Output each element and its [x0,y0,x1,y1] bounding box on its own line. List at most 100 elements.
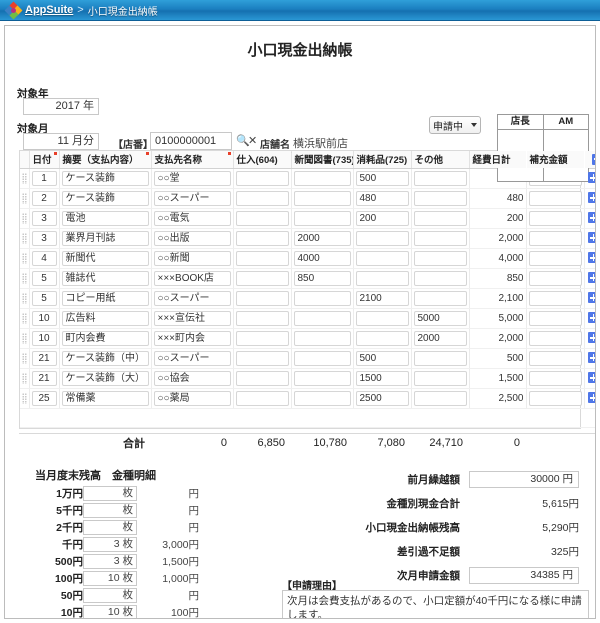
cell-consumables[interactable] [353,268,412,289]
denomination-count-cell[interactable]: 10 枚 [83,604,137,618]
cell-other[interactable] [411,388,470,409]
drag-handle-icon[interactable] [20,188,30,209]
drag-handle-icon[interactable] [20,168,30,189]
cell-description[interactable]: ケース装飾 [59,188,152,209]
cell-description[interactable]: 町内会費 [59,328,152,349]
drag-handle-icon[interactable] [20,248,30,269]
cell-consumables[interactable] [353,248,412,269]
cell-description[interactable]: 常備薬 [59,388,152,409]
cell-other[interactable] [411,348,470,369]
cell-consumables[interactable]: 480 [353,188,412,209]
denomination-count-cell[interactable]: 枚 [83,485,137,502]
cell-purchase[interactable] [233,208,292,229]
cell-newspaper-books[interactable] [291,208,354,229]
cell-newspaper-books[interactable] [291,168,354,189]
cell-date[interactable]: 4 [29,248,60,269]
denomination-count-cell[interactable]: 3 枚 [83,536,137,553]
cell-other[interactable] [411,268,470,289]
cell-other[interactable] [411,368,470,389]
cell-newspaper-books[interactable]: 4000 [291,248,354,269]
cell-other[interactable] [411,248,470,269]
cell-newspaper-books[interactable]: 2000 [291,228,354,249]
cell-date[interactable]: 10 [29,328,60,349]
cell-replenishment[interactable] [526,268,585,289]
cell-other[interactable] [411,168,470,189]
cell-replenishment[interactable] [526,288,585,309]
cell-date[interactable]: 21 [29,348,60,369]
status-select[interactable]: 申請中 [429,116,481,134]
clear-x-icon[interactable]: ✕ [248,134,257,147]
denomination-count-cell[interactable]: 枚 [83,502,137,519]
cell-newspaper-books[interactable] [291,368,354,389]
cell-purchase[interactable] [233,248,292,269]
cell-replenishment[interactable] [526,308,585,329]
add-icon[interactable] [587,232,595,244]
cell-purchase[interactable] [233,168,292,189]
add-icon[interactable] [587,312,595,324]
cell-consumables[interactable] [353,328,412,349]
cell-description[interactable]: ケース装飾（大） [59,368,152,389]
cell-newspaper-books[interactable] [291,188,354,209]
cell-consumables[interactable] [353,228,412,249]
denomination-count-cell[interactable]: 10 枚 [83,570,137,587]
cell-payee[interactable]: ×××町内会 [151,328,234,349]
cell-consumables[interactable]: 500 [353,168,412,189]
cell-newspaper-books[interactable] [291,348,354,369]
cell-description[interactable]: 業界月刊誌 [59,228,152,249]
cell-purchase[interactable] [233,368,292,389]
add-icon[interactable] [587,352,595,364]
cell-payee[interactable]: ×××宣伝社 [151,308,234,329]
cell-replenishment[interactable] [526,188,585,209]
cell-date[interactable]: 3 [29,228,60,249]
cell-payee[interactable]: ○○スーパー [151,288,234,309]
cell-other[interactable] [411,228,470,249]
cell-newspaper-books[interactable] [291,328,354,349]
add-icon[interactable] [587,372,595,384]
drag-handle-icon[interactable] [20,228,30,249]
add-icon[interactable] [587,172,595,184]
cell-other[interactable]: 2000 [411,328,470,349]
cell-payee[interactable]: ○○出版 [151,228,234,249]
drag-handle-icon[interactable] [20,208,30,229]
add-icon[interactable] [587,252,595,264]
cell-payee[interactable]: ○○薬局 [151,388,234,409]
cell-replenishment[interactable] [526,348,585,369]
drag-handle-icon[interactable] [20,328,30,349]
cell-purchase[interactable] [233,188,292,209]
cell-date[interactable]: 10 [29,308,60,329]
cell-newspaper-books[interactable] [291,288,354,309]
cell-date[interactable]: 5 [29,268,60,289]
cell-newspaper-books[interactable] [291,388,354,409]
target-year-input[interactable]: 2017 年 [23,98,99,115]
cell-purchase[interactable] [233,328,292,349]
cell-replenishment[interactable] [526,208,585,229]
cell-description[interactable]: ケース装飾（中） [59,348,152,369]
denomination-count-cell[interactable]: 枚 [83,587,137,604]
cell-date[interactable]: 2 [29,188,60,209]
add-icon[interactable] [587,292,595,304]
cell-payee[interactable]: ○○協会 [151,368,234,389]
cell-replenishment[interactable] [526,368,585,389]
add-icon[interactable] [587,212,595,224]
summary-value-cell[interactable]: 30000 円 [468,467,583,491]
drag-handle-icon[interactable] [20,268,30,289]
cell-newspaper-books[interactable]: 850 [291,268,354,289]
cell-purchase[interactable] [233,308,292,329]
cell-payee[interactable]: ○○新聞 [151,248,234,269]
cell-payee[interactable]: ○○堂 [151,168,234,189]
cell-other[interactable] [411,208,470,229]
cell-consumables[interactable]: 2100 [353,288,412,309]
add-icon[interactable] [587,272,595,284]
cell-replenishment[interactable] [526,228,585,249]
cell-description[interactable]: コピー用紙 [59,288,152,309]
reason-textarea[interactable]: 次月は会費支払があるので、小口定額が40千円になる様に申請します。 [282,590,589,618]
app-name-link[interactable]: AppSuite [25,4,73,16]
drag-handle-icon[interactable] [20,348,30,369]
cell-payee[interactable]: ○○スーパー [151,188,234,209]
cell-purchase[interactable] [233,348,292,369]
cell-newspaper-books[interactable] [291,308,354,329]
cell-consumables[interactable] [353,308,412,329]
cell-consumables[interactable]: 500 [353,348,412,369]
cell-date[interactable]: 3 [29,208,60,229]
cell-payee[interactable]: ○○スーパー [151,348,234,369]
